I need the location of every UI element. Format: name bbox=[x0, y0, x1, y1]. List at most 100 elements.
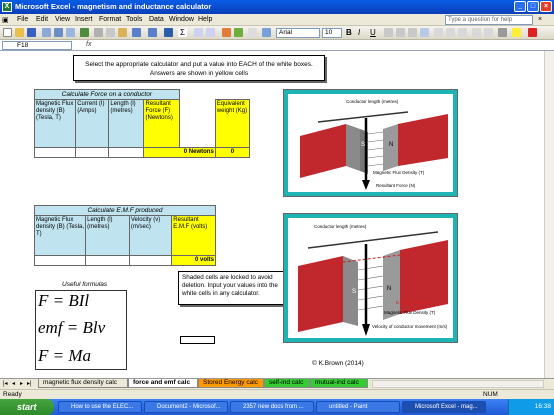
bold-icon[interactable]: B bbox=[346, 28, 355, 37]
font-size-select[interactable]: 10 bbox=[322, 28, 342, 38]
print-icon[interactable] bbox=[54, 28, 63, 37]
resultant-emf-value: 0 volts bbox=[171, 255, 216, 266]
instructions-textbox: Select the appropriate calculator and pu… bbox=[73, 55, 325, 81]
close-workbook-icon[interactable]: × bbox=[538, 16, 542, 23]
undo-icon[interactable] bbox=[132, 28, 141, 37]
help-search-input[interactable]: Type a question for help bbox=[445, 15, 533, 25]
force-caption: Calculate Force on a conductor bbox=[34, 89, 180, 100]
length-header: Length (l) (metres) bbox=[108, 99, 145, 148]
close-button[interactable]: × bbox=[540, 1, 552, 12]
next-sheet-icon[interactable]: ▸ bbox=[20, 380, 23, 387]
length-input[interactable] bbox=[108, 147, 145, 158]
spelling-icon[interactable] bbox=[80, 28, 89, 37]
status-bar: Ready NUM bbox=[0, 389, 554, 399]
menu-insert[interactable]: Insert bbox=[75, 16, 93, 23]
comma-icon[interactable] bbox=[458, 28, 467, 37]
function-icon[interactable]: fx bbox=[86, 41, 91, 48]
tab-magnetic-flux-density[interactable]: magnetic flux density calc bbox=[38, 379, 128, 388]
menu-view[interactable]: View bbox=[55, 16, 70, 23]
new-icon[interactable] bbox=[3, 28, 12, 37]
flux-density-input[interactable] bbox=[33, 147, 77, 158]
minimize-button[interactable]: _ bbox=[514, 1, 526, 12]
emf-flux-density-label: Magnetic Flux Density (T) bbox=[384, 310, 436, 315]
borders-icon[interactable] bbox=[498, 28, 507, 37]
drawing-icon[interactable] bbox=[234, 28, 243, 37]
menu-format[interactable]: Format bbox=[99, 16, 121, 23]
maximize-button[interactable]: □ bbox=[527, 1, 539, 12]
current-header: Current (I) (Amps) bbox=[75, 99, 110, 148]
taskbar-item-document2[interactable]: Document2 - Microsof... bbox=[144, 401, 228, 413]
cut-icon[interactable] bbox=[94, 28, 103, 37]
fill-color-icon[interactable] bbox=[512, 28, 521, 37]
empty-textbox[interactable] bbox=[180, 336, 215, 344]
sort-descending-icon[interactable] bbox=[206, 28, 215, 37]
align-center-icon[interactable] bbox=[396, 28, 405, 37]
font-select[interactable]: Arial bbox=[276, 28, 320, 38]
start-label: start bbox=[17, 402, 37, 412]
merge-center-icon[interactable] bbox=[420, 28, 429, 37]
first-sheet-icon[interactable]: |◂ bbox=[3, 380, 8, 387]
tab-stored-energy[interactable]: Stored Energy calc bbox=[198, 379, 264, 388]
permission-icon[interactable] bbox=[42, 28, 51, 37]
align-right-icon[interactable] bbox=[408, 28, 417, 37]
redo-icon[interactable] bbox=[148, 28, 157, 37]
menu-edit[interactable]: Edit bbox=[36, 16, 48, 23]
autosum-icon[interactable]: Σ bbox=[178, 28, 187, 37]
menu-file[interactable]: File bbox=[17, 16, 28, 23]
taskbar-item-help-doc[interactable]: How to use the ELEC... bbox=[58, 401, 142, 413]
menu-window[interactable]: Window bbox=[169, 16, 194, 23]
tab-force-and-emf[interactable]: force and emf calc bbox=[128, 379, 198, 388]
current-input[interactable] bbox=[75, 147, 110, 158]
horizontal-scrollbar[interactable] bbox=[372, 380, 544, 388]
menu-data[interactable]: Data bbox=[149, 16, 164, 23]
start-button[interactable]: start bbox=[0, 399, 54, 415]
last-sheet-icon[interactable]: ▸| bbox=[27, 380, 32, 387]
excel-doc-icon[interactable]: ▣ bbox=[2, 16, 9, 24]
force-calculator-table: Calculate Force on a conductor Magnetic … bbox=[33, 89, 251, 158]
currency-icon[interactable] bbox=[434, 28, 443, 37]
emf-flux-density-input[interactable] bbox=[33, 255, 87, 266]
taskbar-item-excel[interactable]: Microsoft Excel - mag... bbox=[402, 401, 486, 413]
conductor-length-label: Conductor length (metres) bbox=[346, 99, 399, 104]
save-icon[interactable] bbox=[27, 28, 36, 37]
emf-diagram: S N Conductor length (metres) E.M.F prod… bbox=[283, 213, 458, 343]
open-icon[interactable] bbox=[15, 28, 24, 37]
menu-help[interactable]: Help bbox=[198, 16, 212, 23]
help-icon[interactable] bbox=[262, 28, 271, 37]
velocity-input[interactable] bbox=[128, 255, 173, 266]
percent-icon[interactable] bbox=[446, 28, 455, 37]
hyperlink-icon[interactable] bbox=[164, 28, 173, 37]
menu-tools[interactable]: Tools bbox=[126, 16, 142, 23]
font-color-icon[interactable] bbox=[528, 28, 537, 37]
excel-icon: X bbox=[2, 2, 12, 12]
increase-indent-icon[interactable] bbox=[484, 28, 493, 37]
title-bar: X Microsoft Excel - magnetism and induct… bbox=[0, 0, 554, 14]
prev-sheet-icon[interactable]: ◂ bbox=[12, 380, 15, 387]
system-tray: 16:38 bbox=[508, 399, 554, 415]
chart-wizard-icon[interactable] bbox=[222, 28, 231, 37]
name-box[interactable]: F18 bbox=[2, 41, 72, 50]
flux-density-header: Magnetic Flux density (B) (Tesla, T) bbox=[33, 99, 77, 148]
num-lock-indicator: NUM bbox=[483, 391, 498, 398]
sort-ascending-icon[interactable] bbox=[194, 28, 203, 37]
tab-mutual-ind[interactable]: mutual-ind calc bbox=[310, 379, 368, 388]
italic-icon[interactable]: I bbox=[358, 28, 367, 37]
align-left-icon[interactable] bbox=[384, 28, 393, 37]
copy-icon[interactable] bbox=[106, 28, 115, 37]
paste-icon[interactable] bbox=[118, 28, 127, 37]
force-diagram-svg: S N Conductor length (metres) Magnetic F… bbox=[300, 99, 448, 190]
emf-s-pole-label: S bbox=[352, 289, 356, 295]
taskbar-item-new-docs[interactable]: 2357 new docs from ... bbox=[230, 401, 314, 413]
underline-icon[interactable]: U bbox=[370, 28, 379, 37]
emf-length-input[interactable] bbox=[85, 255, 130, 266]
clock: 16:38 bbox=[534, 403, 551, 410]
resultant-emf-header: Resultant E.M.F (volts) bbox=[171, 215, 216, 256]
vertical-scrollbar[interactable] bbox=[544, 51, 554, 378]
zoom-box[interactable] bbox=[248, 28, 257, 37]
taskbar-item-paint[interactable]: untitled - Paint bbox=[316, 401, 400, 413]
tab-self-ind[interactable]: self-ind calc bbox=[264, 379, 310, 388]
print-preview-icon[interactable] bbox=[66, 28, 75, 37]
decrease-indent-icon[interactable] bbox=[472, 28, 481, 37]
locked-cells-note: Shaded cells are locked to avoid deletio… bbox=[178, 271, 285, 305]
formula-emf: emf = Blv bbox=[38, 318, 106, 337]
